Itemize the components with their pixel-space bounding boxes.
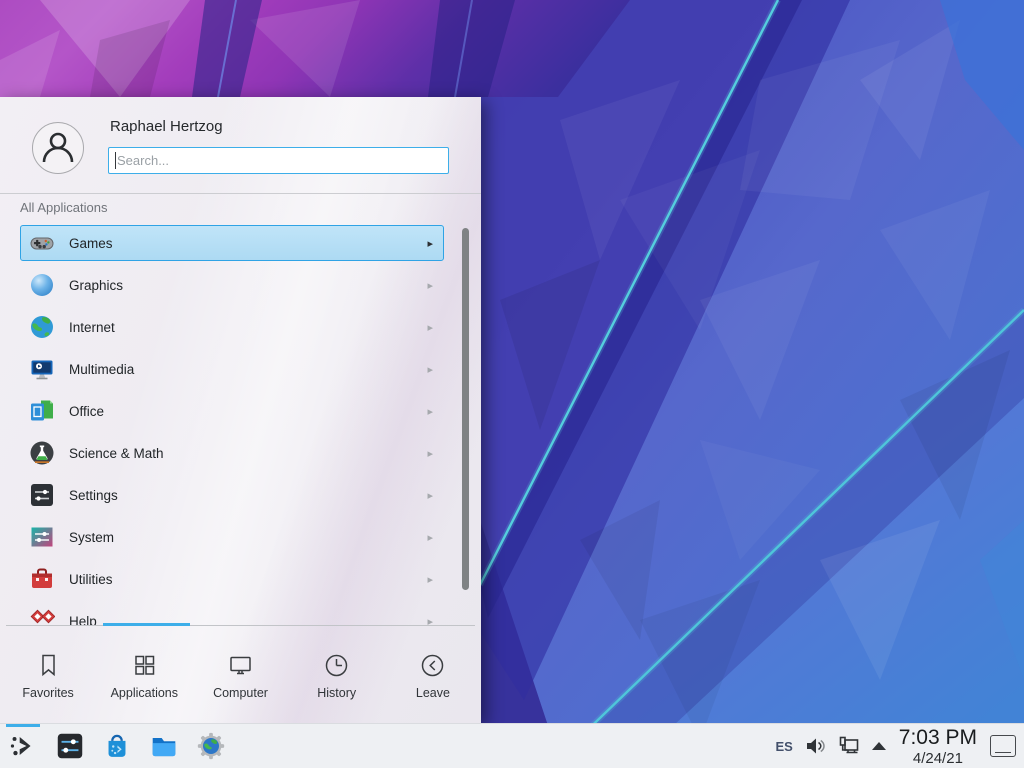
clock-time: 7:03 PM <box>899 727 977 748</box>
application-launcher-menu: Raphael Hertzog All Applications <box>0 97 481 723</box>
section-label: All Applications <box>20 200 107 215</box>
submenu-arrow-icon: ▸ <box>427 237 433 250</box>
category-row-games[interactable]: Games ▸ <box>20 225 444 261</box>
digital-clock[interactable]: 7:03 PM 4/24/21 <box>899 727 977 766</box>
system-settings-button[interactable] <box>53 729 87 763</box>
category-row-settings[interactable]: Settings ▸ <box>20 477 444 513</box>
multimedia-monitor-icon <box>29 356 55 382</box>
taskbar-panel: ES 7:03 PM 4/24/21 <box>0 723 1024 768</box>
category-row-multimedia[interactable]: Multimedia ▸ <box>20 351 444 387</box>
active-task-indicator <box>6 724 40 727</box>
category-label: Graphics <box>69 278 123 293</box>
clock-date: 4/24/21 <box>899 751 977 766</box>
system-settings-icon <box>54 730 86 762</box>
tab-favorites[interactable]: Favorites <box>0 628 96 723</box>
tab-applications[interactable]: Applications <box>96 628 192 723</box>
category-row-science-math[interactable]: Science & Math ▸ <box>20 435 444 471</box>
utilities-toolbox-icon <box>29 566 55 592</box>
kde-launcher-icon <box>7 730 39 762</box>
user-name: Raphael Hertzog <box>110 118 223 135</box>
system-sliders-icon <box>29 524 55 550</box>
gamepad-icon <box>29 230 55 256</box>
category-label: Science & Math <box>69 446 164 461</box>
category-row-help[interactable]: Help ▸ <box>20 603 444 625</box>
submenu-arrow-icon: ▸ <box>427 573 433 586</box>
discover-button[interactable] <box>100 729 134 763</box>
office-documents-icon <box>29 398 55 424</box>
category-row-system[interactable]: System ▸ <box>20 519 444 555</box>
category-row-office[interactable]: Office ▸ <box>20 393 444 429</box>
list-scrollbar[interactable] <box>462 228 469 590</box>
divider <box>6 625 475 626</box>
tab-label: Leave <box>416 686 450 700</box>
tab-computer[interactable]: Computer <box>192 628 288 723</box>
help-lifebuoy-icon <box>29 608 55 625</box>
graphics-sphere-icon <box>29 272 55 298</box>
user-icon <box>33 123 83 173</box>
clock-icon <box>323 652 350 679</box>
search-input[interactable] <box>108 147 449 174</box>
show-desktop-glyph <box>995 752 1011 754</box>
category-label: Games <box>69 236 113 251</box>
wallpaper-magenta-strip <box>0 0 630 97</box>
text-caret <box>115 152 116 169</box>
category-label: Multimedia <box>69 362 134 377</box>
web-browser-button[interactable] <box>194 729 228 763</box>
monitor-icon <box>227 652 254 679</box>
submenu-arrow-icon: ▸ <box>427 279 433 292</box>
category-row-utilities[interactable]: Utilities ▸ <box>20 561 444 597</box>
active-tab-underline <box>103 623 190 626</box>
settings-sliders-icon <box>29 482 55 508</box>
volume-icon[interactable] <box>804 735 826 757</box>
category-label: System <box>69 530 114 545</box>
category-label: Settings <box>69 488 118 503</box>
divider <box>0 193 481 194</box>
file-manager-button[interactable] <box>147 729 181 763</box>
submenu-arrow-icon: ▸ <box>427 489 433 502</box>
bookmark-icon <box>35 652 62 679</box>
tab-label: Computer <box>213 686 268 700</box>
globe-icon <box>29 314 55 340</box>
category-label: Internet <box>69 320 115 335</box>
desktop: Raphael Hertzog All Applications <box>0 0 1024 768</box>
tab-label: Favorites <box>22 686 73 700</box>
leave-circle-icon <box>419 652 446 679</box>
submenu-arrow-icon: ▸ <box>427 531 433 544</box>
dolphin-folder-icon <box>148 730 180 762</box>
tab-history[interactable]: History <box>289 628 385 723</box>
browser-globe-icon <box>195 730 227 762</box>
user-avatar[interactable] <box>32 122 84 174</box>
launcher-header: Raphael Hertzog <box>0 97 481 193</box>
submenu-arrow-icon: ▸ <box>427 363 433 376</box>
tab-label: History <box>317 686 356 700</box>
wired-network-icon[interactable] <box>837 734 861 758</box>
category-row-graphics[interactable]: Graphics ▸ <box>20 267 444 303</box>
discover-icon <box>101 730 133 762</box>
kde-launcher-button[interactable] <box>6 729 40 763</box>
expand-tray-arrow-icon[interactable] <box>872 742 886 750</box>
category-label: Utilities <box>69 572 113 587</box>
keyboard-layout-indicator[interactable]: ES <box>775 739 792 754</box>
science-flask-icon <box>29 440 55 466</box>
category-row-internet[interactable]: Internet ▸ <box>20 309 444 345</box>
category-list: Games ▸ Graphics ▸ <box>20 221 444 625</box>
system-tray: ES 7:03 PM 4/24/21 <box>775 727 1018 766</box>
category-label: Help <box>69 614 97 626</box>
show-desktop-button[interactable] <box>990 735 1016 757</box>
category-label: Office <box>69 404 104 419</box>
app-grid-icon <box>131 652 158 679</box>
submenu-arrow-icon: ▸ <box>427 447 433 460</box>
tab-leave[interactable]: Leave <box>385 628 481 723</box>
tab-label: Applications <box>111 686 178 700</box>
submenu-arrow-icon: ▸ <box>427 615 433 626</box>
submenu-arrow-icon: ▸ <box>427 321 433 334</box>
submenu-arrow-icon: ▸ <box>427 405 433 418</box>
launcher-tabbar: Favorites Applications Computer <box>0 628 481 723</box>
